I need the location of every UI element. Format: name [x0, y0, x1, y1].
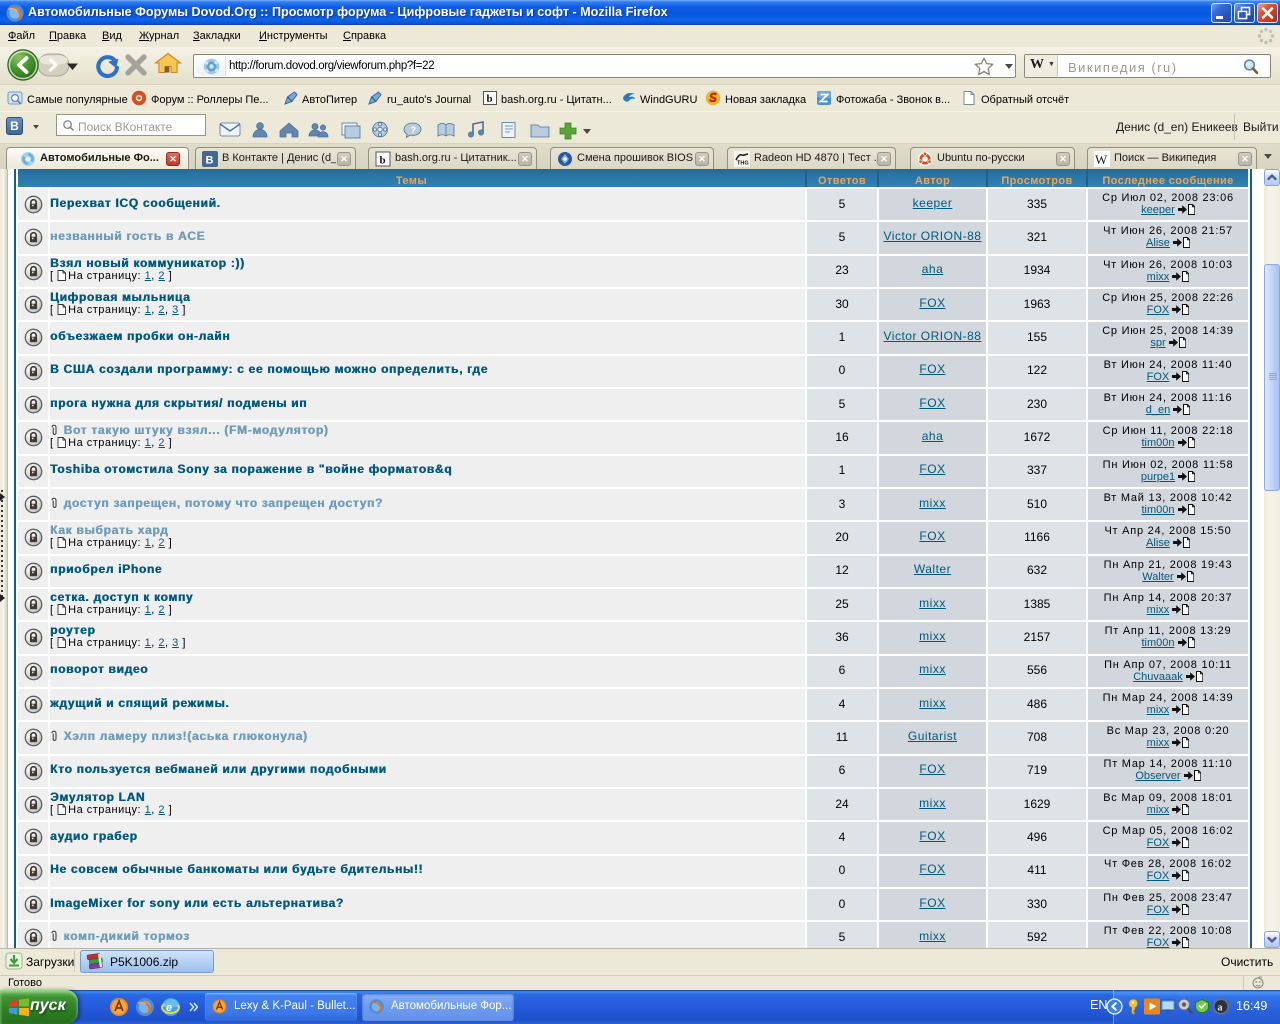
svg-text:e: e	[166, 1002, 172, 1014]
svg-text:?: ?	[411, 125, 417, 135]
svg-text:W: W	[1095, 152, 1108, 167]
svg-text:a: a	[1218, 1003, 1223, 1014]
svg-text:THG: THG	[737, 161, 749, 167]
svg-text:b: b	[487, 93, 493, 105]
svg-text:b: b	[380, 155, 386, 167]
svg-text:В: В	[206, 155, 214, 167]
